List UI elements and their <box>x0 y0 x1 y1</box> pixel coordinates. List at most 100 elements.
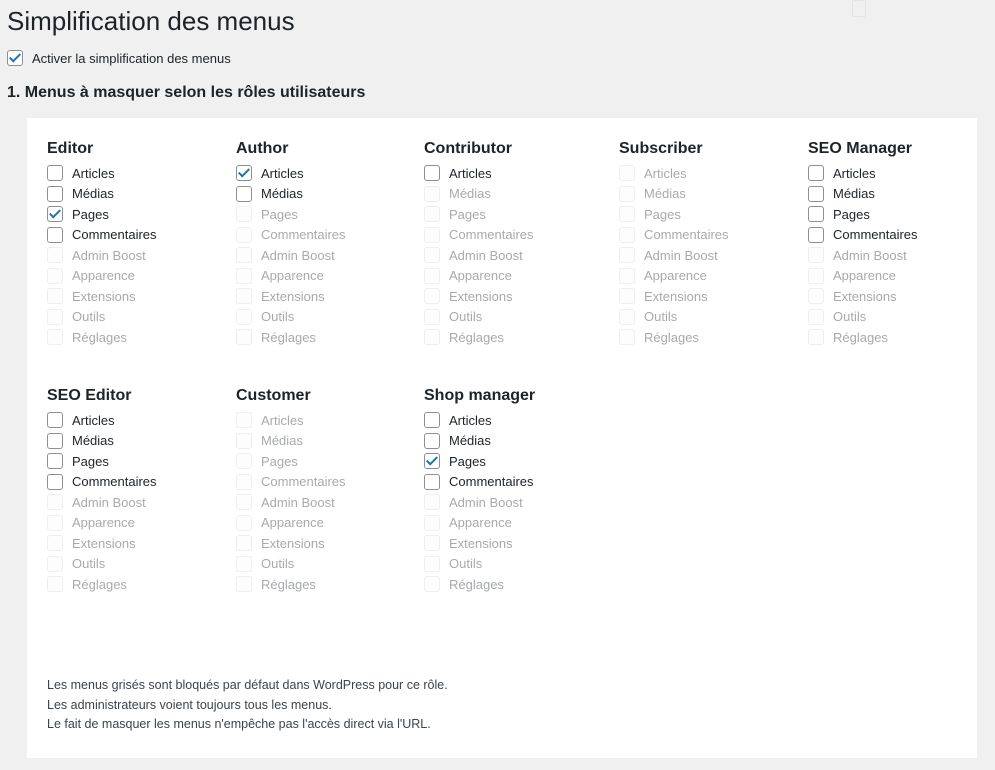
menu-label: Pages <box>261 206 298 222</box>
menu-option: Extensions <box>424 286 604 307</box>
menu-label: Extensions <box>644 288 708 304</box>
menu-checkbox <box>424 329 440 346</box>
enable-simplification-toggle[interactable]: Activer la simplification des menus <box>7 49 231 67</box>
menu-checkbox <box>47 514 63 531</box>
menu-option[interactable]: Pages <box>47 204 227 225</box>
menu-option: Outils <box>619 307 799 328</box>
role-customer: Customer Articles Médias Pages Commentaires A… <box>236 385 416 595</box>
menu-checkbox <box>47 288 63 305</box>
menu-label: Admin Boost <box>72 494 146 510</box>
menu-option[interactable]: Commentaires <box>424 472 604 493</box>
menu-checkbox[interactable] <box>47 473 63 490</box>
menu-checkbox <box>236 453 252 470</box>
menu-option: Pages <box>236 451 416 472</box>
menu-option: Commentaires <box>424 225 604 246</box>
menu-checkbox[interactable] <box>808 226 824 243</box>
menu-option: Commentaires <box>236 225 416 246</box>
menu-option[interactable]: Commentaires <box>47 225 227 246</box>
menu-checkbox <box>47 247 63 264</box>
menu-option: Outils <box>808 307 988 328</box>
menu-checkbox[interactable] <box>424 412 440 429</box>
roles-panel: Editor Articles Médias Pages Commentaires Adm… <box>27 118 977 758</box>
menu-checkbox[interactable] <box>236 165 252 182</box>
menu-checkbox[interactable] <box>236 185 252 202</box>
menu-label: Réglages <box>449 329 504 345</box>
menu-checkbox <box>619 288 635 305</box>
menu-checkbox <box>619 226 635 243</box>
menu-option: Extensions <box>47 286 227 307</box>
menu-label: Articles <box>261 165 304 181</box>
menu-checkbox[interactable] <box>47 226 63 243</box>
menu-option[interactable]: Articles <box>236 163 416 184</box>
menu-checkbox <box>47 555 63 572</box>
menu-option[interactable]: Articles <box>808 163 988 184</box>
menu-label: Réglages <box>449 576 504 592</box>
menu-option[interactable]: Articles <box>424 163 604 184</box>
menu-checkbox <box>236 247 252 264</box>
menu-option[interactable]: Articles <box>424 410 604 431</box>
menu-checkbox[interactable] <box>808 185 824 202</box>
menu-label: Médias <box>644 186 686 202</box>
enable-simplification-checkbox[interactable] <box>7 50 23 66</box>
menu-checkbox <box>47 308 63 325</box>
menu-option[interactable]: Commentaires <box>47 472 227 493</box>
menu-label: Médias <box>261 433 303 449</box>
menu-label: Articles <box>449 165 492 181</box>
menu-checkbox[interactable] <box>47 453 63 470</box>
menu-checkbox <box>236 206 252 223</box>
menu-label: Réglages <box>833 329 888 345</box>
menu-option[interactable]: Pages <box>808 204 988 225</box>
menu-option[interactable]: Articles <box>47 410 227 431</box>
menu-checkbox <box>808 308 824 325</box>
menu-checkbox[interactable] <box>808 165 824 182</box>
menu-option: Extensions <box>808 286 988 307</box>
menu-checkbox <box>808 288 824 305</box>
menu-checkbox[interactable] <box>47 185 63 202</box>
role-author: Author Articles Médias Pages Commentaires Adm… <box>236 138 416 348</box>
menu-option: Outils <box>47 554 227 575</box>
menu-checkbox[interactable] <box>47 432 63 449</box>
menu-option[interactable]: Pages <box>424 451 604 472</box>
menu-label: Articles <box>644 165 687 181</box>
menu-option[interactable]: Pages <box>47 451 227 472</box>
menu-option[interactable]: Commentaires <box>808 225 988 246</box>
menu-checkbox[interactable] <box>424 453 440 470</box>
menu-checkbox <box>424 247 440 264</box>
menu-checkbox[interactable] <box>47 412 63 429</box>
menu-option: Réglages <box>47 327 227 348</box>
enable-simplification-label: Activer la simplification des menus <box>32 50 231 66</box>
menu-checkbox <box>619 329 635 346</box>
menu-option[interactable]: Médias <box>808 184 988 205</box>
menu-option: Extensions <box>424 533 604 554</box>
menu-label: Articles <box>833 165 876 181</box>
menu-label: Commentaires <box>644 227 729 243</box>
menu-checkbox <box>236 288 252 305</box>
menu-label: Réglages <box>261 329 316 345</box>
menu-checkbox[interactable] <box>424 473 440 490</box>
menu-option[interactable]: Médias <box>236 184 416 205</box>
menu-checkbox <box>236 535 252 552</box>
page-title: Simplification des menus <box>7 6 295 36</box>
role-name: Subscriber <box>619 140 703 157</box>
menu-label: Commentaires <box>449 227 534 243</box>
menu-checkbox[interactable] <box>424 432 440 449</box>
menu-option: Apparence <box>47 266 227 287</box>
menu-option: Admin Boost <box>424 492 604 513</box>
menu-option: Commentaires <box>236 472 416 493</box>
menu-checkbox[interactable] <box>47 165 63 182</box>
menu-checkbox <box>236 267 252 284</box>
menu-option[interactable]: Articles <box>47 163 227 184</box>
menu-option[interactable]: Médias <box>424 431 604 452</box>
role-seo-editor: SEO Editor Articles Médias Pages Commentaire… <box>47 385 227 595</box>
menu-checkbox <box>424 288 440 305</box>
menu-label: Apparence <box>261 268 324 284</box>
menu-checkbox[interactable] <box>47 206 63 223</box>
menu-option: Admin Boost <box>619 245 799 266</box>
menu-checkbox[interactable] <box>808 206 824 223</box>
menu-option: Admin Boost <box>236 492 416 513</box>
menu-option[interactable]: Médias <box>47 184 227 205</box>
menu-option: Articles <box>236 410 416 431</box>
menu-checkbox[interactable] <box>424 165 440 182</box>
menu-option[interactable]: Médias <box>47 431 227 452</box>
menu-label: Extensions <box>449 535 513 551</box>
